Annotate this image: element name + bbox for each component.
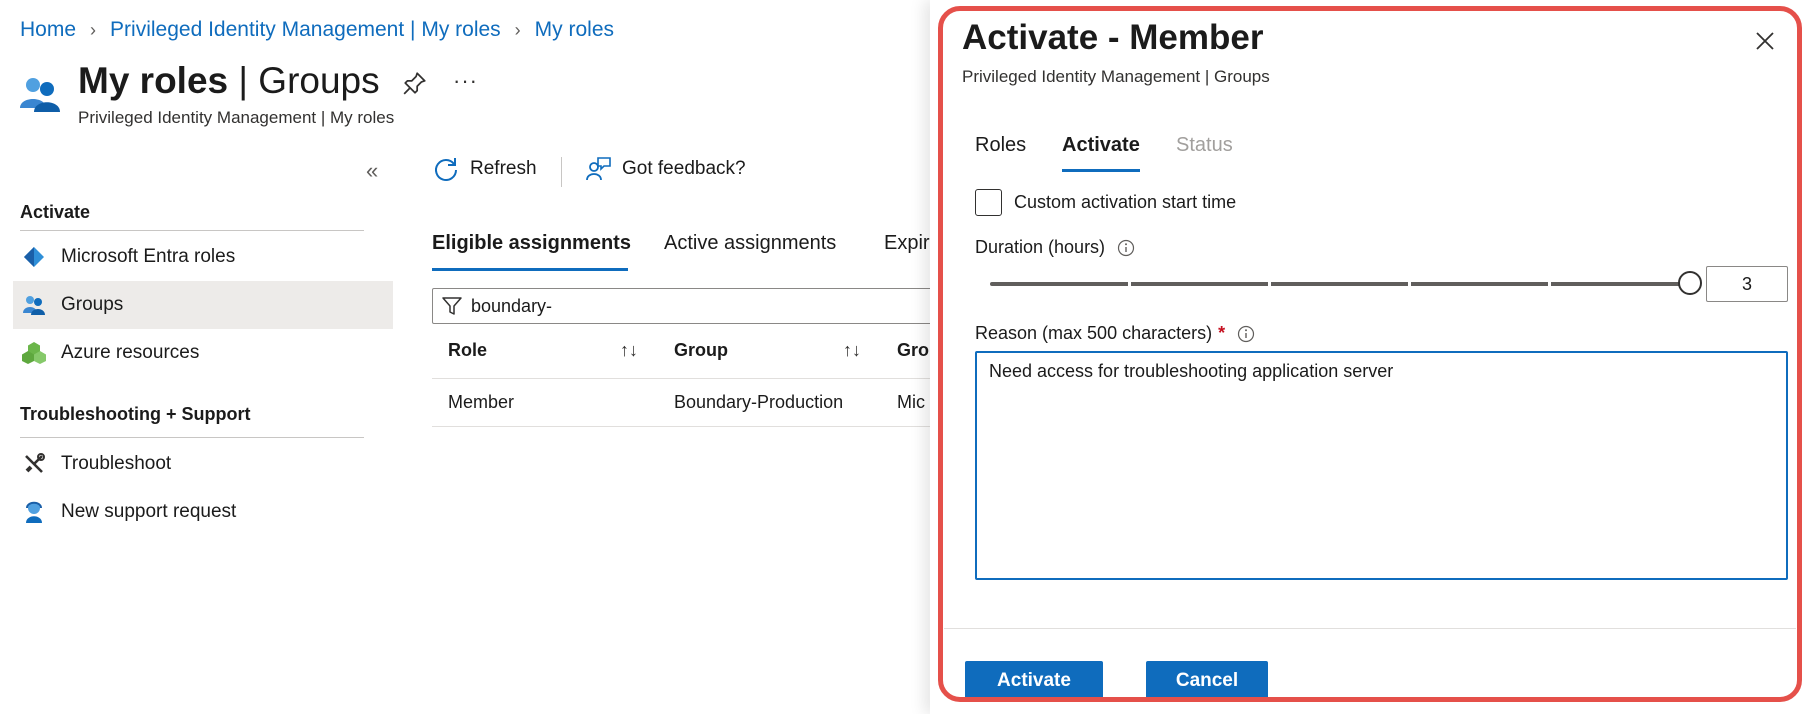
duration-slider[interactable] [990, 271, 1702, 295]
divider [432, 426, 952, 427]
custom-start-time-label[interactable]: Custom activation start time [1014, 192, 1236, 213]
tab-expired-assignments[interactable]: Expir [884, 232, 930, 255]
sidebar-item-troubleshoot[interactable]: Troubleshoot [13, 440, 393, 488]
sidebar-item-azure-resources[interactable]: Azure resources [13, 329, 393, 377]
breadcrumb-pim-my-roles[interactable]: Privileged Identity Management | My role… [110, 18, 501, 42]
reason-textarea[interactable]: Need access for troubleshooting applicat… [975, 351, 1788, 580]
divider [20, 230, 364, 231]
column-header-group[interactable]: Group [674, 340, 728, 361]
chevron-right-icon: › [514, 19, 521, 40]
refresh-label: Refresh [470, 158, 537, 179]
info-icon[interactable] [1237, 325, 1255, 343]
blade-subtitle: Privileged Identity Management | Groups [962, 67, 1270, 86]
page-subtitle: Privileged Identity Management | My role… [78, 108, 395, 127]
divider [944, 628, 1796, 629]
cancel-button[interactable]: Cancel [1146, 661, 1268, 701]
sidebar-heading-troubleshooting: Troubleshooting + Support [20, 404, 251, 424]
tab-activate[interactable]: Activate [1062, 134, 1140, 157]
sidebar-item-label: New support request [61, 501, 237, 522]
active-tab-indicator [432, 268, 628, 271]
feedback-button[interactable]: Got feedback? [584, 155, 746, 183]
close-icon[interactable] [1752, 28, 1778, 54]
breadcrumb-home[interactable]: Home [20, 18, 76, 42]
custom-start-time-checkbox[interactable] [975, 189, 1002, 216]
required-asterisk: * [1218, 323, 1226, 343]
breadcrumb-my-roles[interactable]: My roles [535, 18, 614, 42]
reason-label: Reason (max 500 characters) * [975, 323, 1255, 344]
filter-input[interactable]: boundary- [432, 288, 952, 324]
table-cell-role: Member [448, 392, 515, 412]
table-cell-group-type: Mic [897, 392, 925, 412]
tools-icon [21, 451, 47, 477]
duration-label: Duration (hours) [975, 237, 1135, 258]
sort-icon[interactable]: ↑↓ [843, 340, 861, 361]
slider-tick [1268, 280, 1271, 288]
collapse-sidebar-icon[interactable]: « [366, 158, 378, 184]
support-person-icon [21, 499, 47, 525]
sort-icon[interactable]: ↑↓ [620, 340, 638, 361]
sidebar-item-label: Azure resources [61, 342, 200, 363]
sidebar-item-label: Microsoft Entra roles [61, 246, 236, 267]
tab-eligible-assignments[interactable]: Eligible assignments [432, 232, 631, 255]
chevron-right-icon: › [90, 19, 97, 40]
more-options-icon[interactable]: ··· [453, 68, 478, 94]
divider [432, 378, 952, 379]
tab-roles[interactable]: Roles [975, 134, 1026, 157]
page-title: My roles | Groups [78, 60, 380, 101]
divider [20, 437, 364, 438]
slider-tick [1128, 280, 1131, 288]
slider-thumb[interactable] [1678, 271, 1702, 295]
azure-resources-icon [21, 340, 47, 366]
column-header-group-type[interactable]: Gro [897, 340, 929, 361]
blade-title: Activate - Member [962, 18, 1264, 57]
pin-icon[interactable] [402, 70, 428, 96]
filter-icon [442, 297, 462, 315]
column-header-role[interactable]: Role [448, 340, 487, 361]
feedback-label: Got feedback? [622, 158, 746, 179]
sidebar-item-label: Groups [61, 294, 124, 315]
activate-button[interactable]: Activate [965, 661, 1103, 701]
sidebar-item-microsoft-entra-roles[interactable]: Microsoft Entra roles [13, 233, 393, 281]
refresh-icon [435, 158, 457, 181]
active-tab-indicator [1062, 169, 1140, 172]
sidebar-heading-activate: Activate [20, 202, 91, 222]
tab-active-assignments[interactable]: Active assignments [664, 232, 836, 255]
filter-value: boundary- [471, 295, 553, 316]
groups-page-icon [20, 78, 60, 112]
sidebar-item-groups[interactable]: Groups [13, 281, 393, 329]
slider-tick [1408, 280, 1411, 288]
refresh-button[interactable]: Refresh [432, 155, 537, 183]
info-icon[interactable] [1117, 239, 1135, 257]
feedback-person-icon [586, 157, 611, 181]
divider [561, 157, 562, 187]
slider-tick [1548, 280, 1551, 288]
duration-hours-input[interactable]: 3 [1706, 266, 1788, 302]
entra-diamond-icon [21, 244, 47, 270]
sidebar-item-new-support-request[interactable]: New support request [13, 488, 393, 536]
breadcrumb: Home › Privileged Identity Management | … [20, 18, 614, 42]
tab-status: Status [1176, 134, 1233, 156]
sidebar-item-label: Troubleshoot [61, 453, 172, 474]
table-cell-group[interactable]: Boundary-Production [674, 392, 843, 413]
groups-icon [21, 292, 47, 318]
slider-track [990, 282, 1690, 286]
